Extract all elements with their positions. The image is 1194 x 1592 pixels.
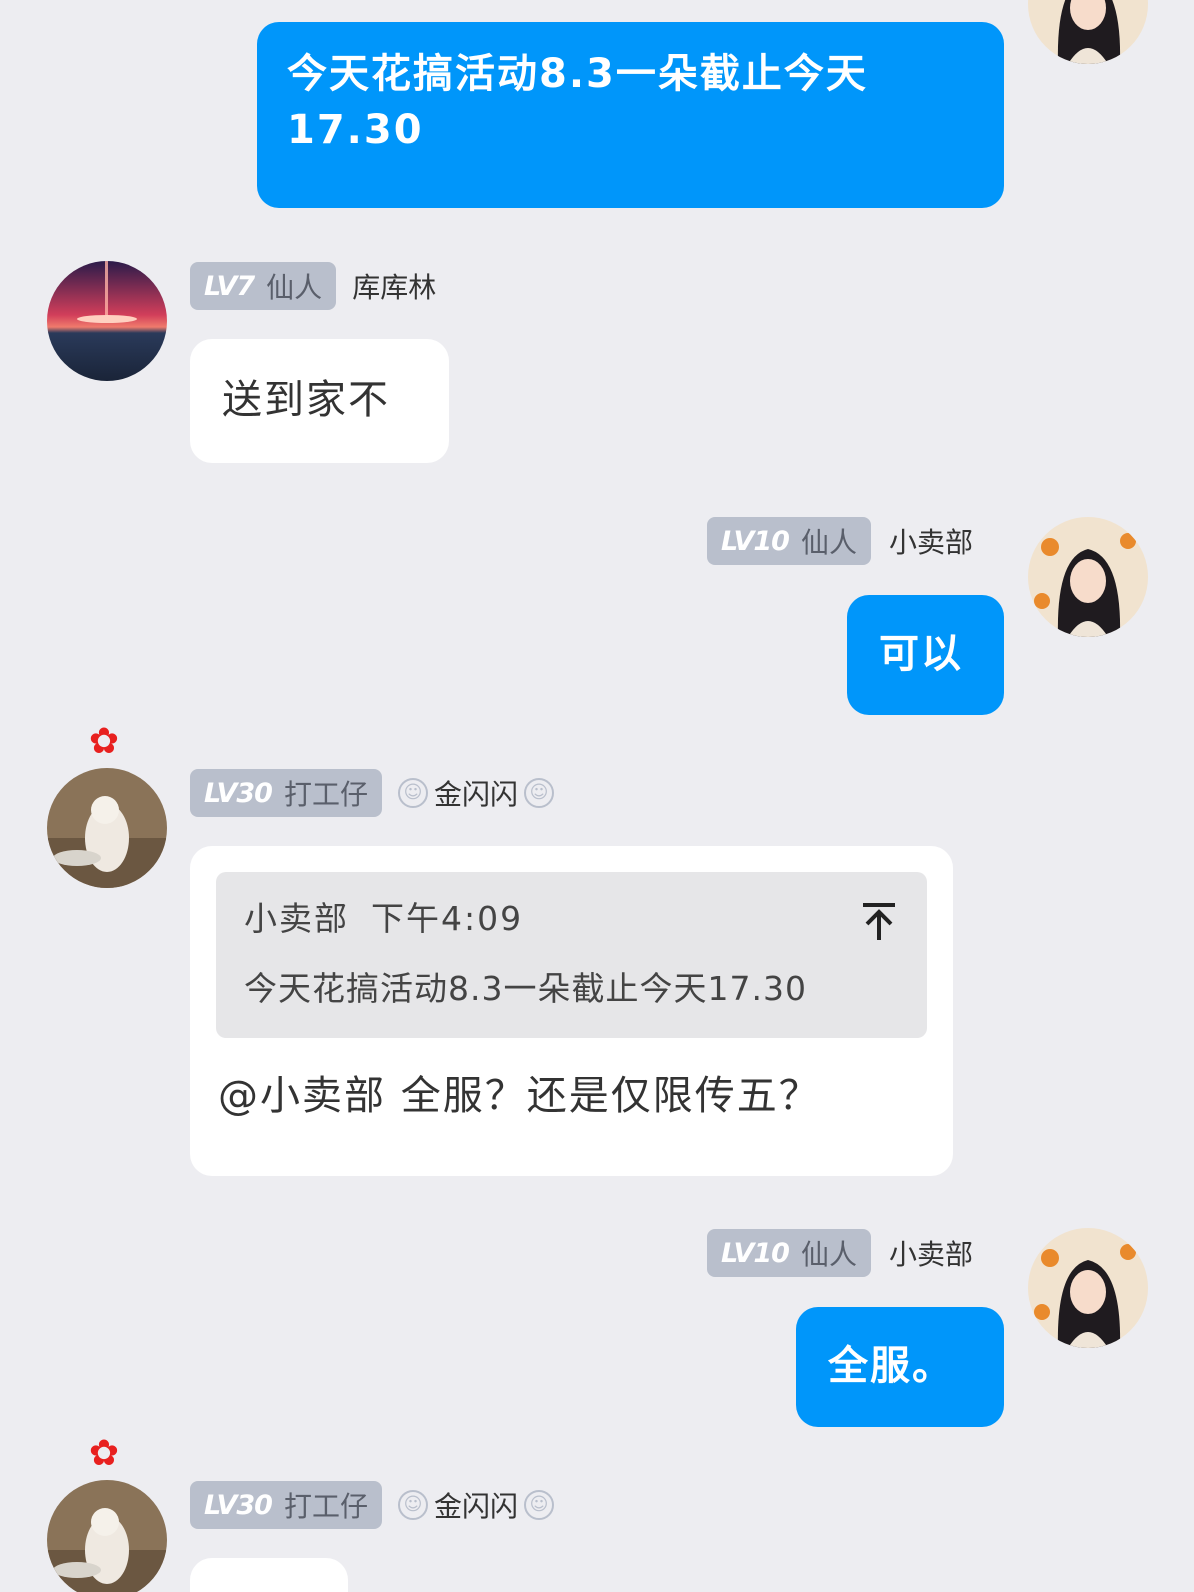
smile-icon: ☺ [397,1490,428,1520]
avatar-self[interactable] [1028,0,1148,64]
message-text-1: 今天花搞活动8.3一朵截止今天17.30 [287,51,868,153]
level-badge: LV30 打工仔 [190,769,382,817]
quote-header: 小卖部 下午4:09 [244,894,899,944]
avatar-girl-image [1028,1228,1148,1348]
sender-nickname-group[interactable]: ☺ 金闪闪 ☺ [397,773,554,813]
level-badge: LV10 仙人 [707,1229,871,1277]
level-title: 仙人 [266,271,323,304]
sender-meta-jinshanshan: LV30 打工仔 ☺ 金闪闪 ☺ [190,768,554,818]
smile-icon: ☺ [524,778,554,808]
level-label: LV10 [721,525,790,557]
sender-nickname: 金闪闪 [433,1490,518,1523]
message-bubble-3[interactable]: 可以 [847,595,1004,715]
quote-text: 今天花搞活动8.3一朵截止今天17.30 [244,969,807,1008]
sender-nickname: 金闪闪 [433,778,518,811]
message-bubble-1[interactable]: 今天花搞活动8.3一朵截止今天17.30 [257,22,1004,208]
avatar-kukulin[interactable] [47,261,167,381]
message-bubble-2[interactable]: 送到家不 [190,339,449,463]
avatar-self[interactable] [1028,1228,1148,1348]
smile-icon: ☺ [524,1490,554,1520]
sender-meta-self-1: LV10 仙人 小卖部 [707,516,973,566]
quoted-message[interactable]: 小卖部 下午4:09 今天花搞活动8.3一朵截止今天17.30 [216,872,927,1038]
level-badge: LV30 打工仔 [190,1481,382,1529]
avatar-girl-image [1028,0,1148,64]
level-title: 打工仔 [283,778,368,811]
message-bubble-5[interactable]: 全服。 [796,1307,1004,1427]
sender-nickname[interactable]: 库库林 [352,266,436,306]
smile-icon: ☺ [397,778,428,808]
level-label: LV30 [204,1489,273,1521]
level-title: 仙人 [800,526,857,559]
avatar-cat-image [47,768,167,888]
sender-nickname[interactable]: 小卖部 [889,521,973,561]
flower-icon: ✿ [88,721,120,762]
message-text-2: 送到家不 [222,377,390,423]
avatar-sunset-image [47,261,167,381]
avatar-jinshanshan[interactable] [47,768,167,888]
sender-nickname-group[interactable]: ☺ 金闪闪 ☺ [397,1485,554,1525]
avatar-cat-image [47,1480,167,1592]
avatar-girl-image [1028,517,1148,637]
message-text-5: 全服。 [828,1343,954,1389]
jump-to-original-icon[interactable] [861,902,897,942]
level-title: 打工仔 [283,1490,368,1523]
sender-meta-jinshanshan: LV30 打工仔 ☺ 金闪闪 ☺ [190,1480,554,1530]
avatar-self[interactable] [1028,517,1148,637]
level-label: LV10 [721,1237,790,1269]
level-label: LV30 [204,777,273,809]
message-bubble-4[interactable]: 小卖部 下午4:09 今天花搞活动8.3一朵截止今天17.30 @小卖部 全服？… [190,846,953,1176]
level-title: 仙人 [800,1238,857,1271]
chat-window: 今天花搞活动8.3一朵截止今天17.30 LV7 仙人 库库林 送到家不 LV1… [0,0,1194,1592]
level-badge: LV10 仙人 [707,517,871,565]
message-text-4: @小卖部 全服？还是仅限传五？ [218,1073,821,1119]
quote-author: 小卖部 [244,899,349,938]
avatar-jinshanshan[interactable] [47,1480,167,1592]
sender-nickname[interactable]: 小卖部 [889,1233,973,1273]
level-badge: LV7 仙人 [190,262,337,310]
message-text-3: 可以 [879,631,963,677]
level-label: LV7 [204,270,255,302]
message-bubble-6[interactable] [190,1558,348,1592]
sender-meta-kukulin: LV7 仙人 库库林 [190,261,436,311]
flower-icon: ✿ [88,1433,120,1474]
sender-meta-self-2: LV10 仙人 小卖部 [707,1228,973,1278]
quote-time: 下午4:09 [371,899,524,938]
